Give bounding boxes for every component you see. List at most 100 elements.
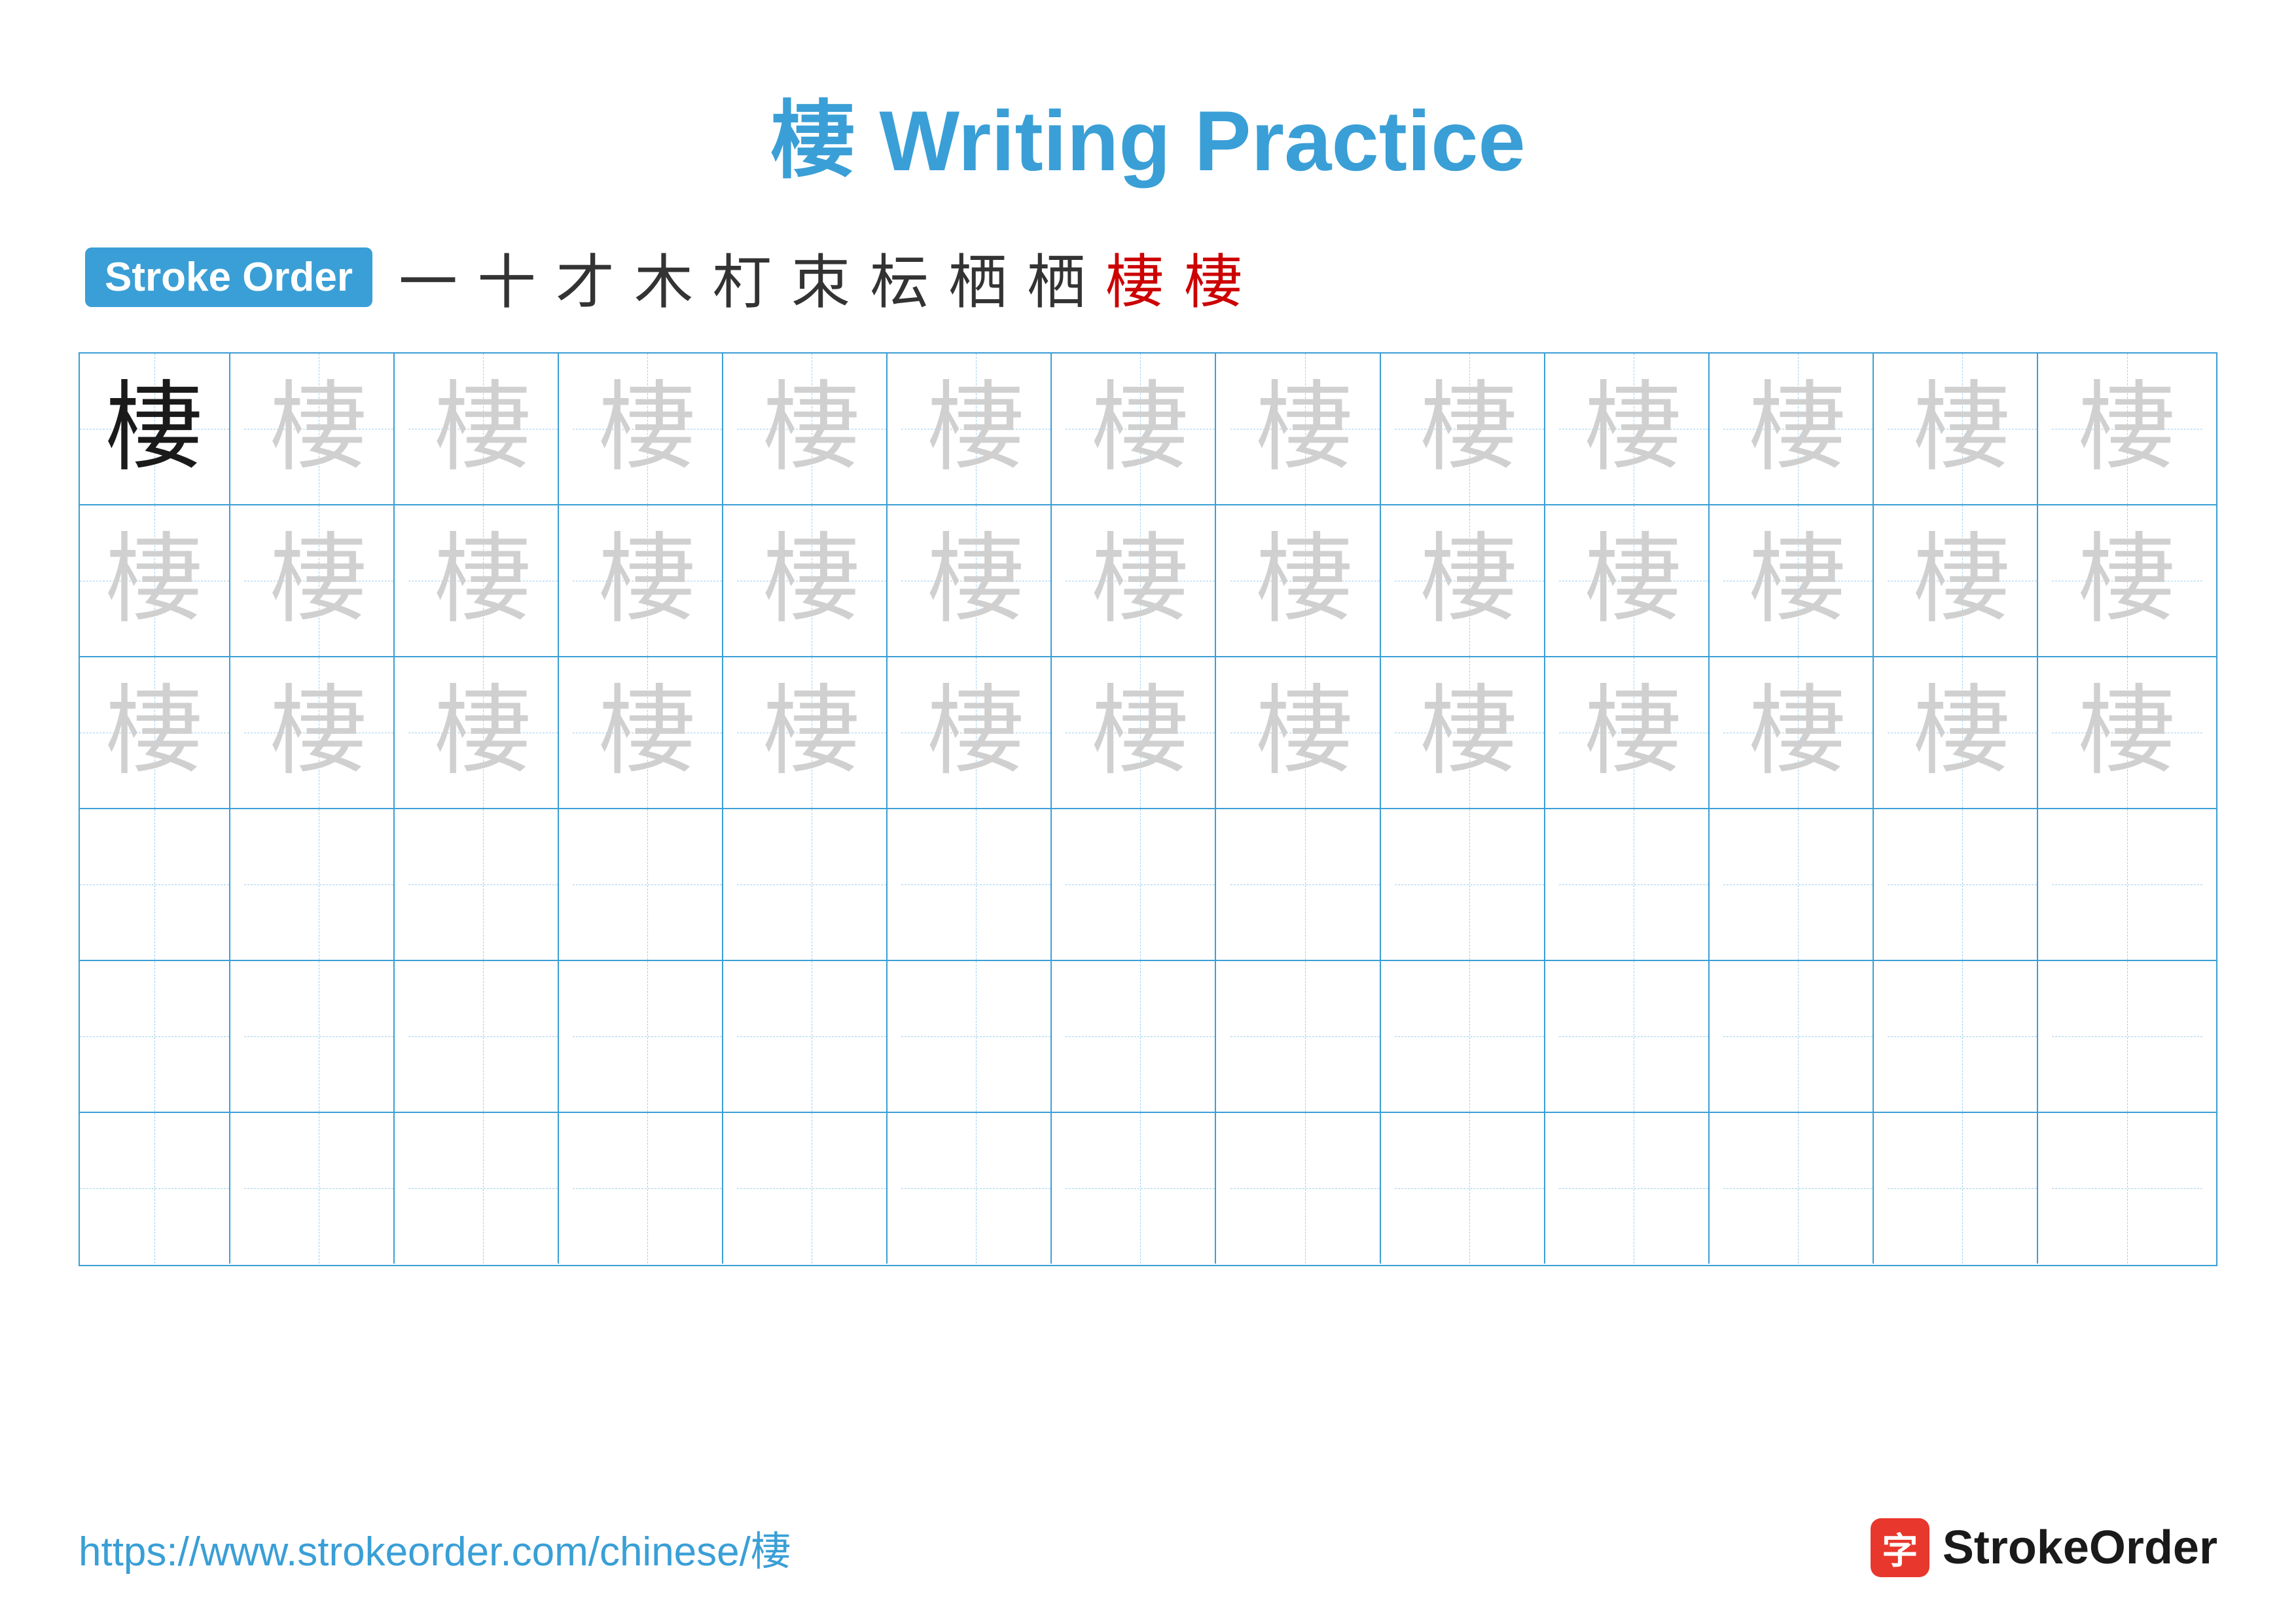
grid-cell[interactable]: 棲	[2052, 505, 2202, 656]
grid-cell[interactable]: 棲	[1559, 354, 1710, 504]
grid-cell[interactable]	[737, 809, 888, 960]
grid-cell[interactable]	[2052, 1113, 2202, 1264]
grid-cell[interactable]: 棲	[408, 354, 559, 504]
practice-char: 棲	[105, 532, 204, 630]
practice-char: 棲	[1913, 532, 2011, 630]
grid-cell[interactable]	[1066, 1113, 1216, 1264]
grid-cell[interactable]: 棲	[737, 354, 888, 504]
practice-char: 棲	[598, 380, 696, 478]
stroke-7: 枟	[870, 234, 929, 319]
grid-row-5	[80, 961, 2216, 1113]
grid-cell[interactable]: 棲	[1395, 657, 1545, 808]
grid-row-4	[80, 809, 2216, 961]
grid-cell[interactable]: 棲	[80, 657, 230, 808]
grid-cell[interactable]: 棲	[1723, 505, 1874, 656]
grid-cell[interactable]	[1066, 961, 1216, 1112]
grid-cell[interactable]	[408, 961, 559, 1112]
grid-cell[interactable]	[737, 961, 888, 1112]
grid-cell[interactable]: 棲	[1559, 657, 1710, 808]
footer-url: https://www.strokeorder.com/chinese/棲	[79, 1518, 791, 1577]
grid-cell[interactable]: 棲	[1230, 505, 1381, 656]
grid-cell[interactable]	[1559, 961, 1710, 1112]
grid-cell[interactable]	[1559, 809, 1710, 960]
practice-char: 棲	[2078, 380, 2176, 478]
grid-cell[interactable]	[408, 809, 559, 960]
grid-cell[interactable]	[2052, 809, 2202, 960]
grid-cell[interactable]	[80, 961, 230, 1112]
grid-cell[interactable]	[1230, 809, 1381, 960]
grid-cell[interactable]	[1559, 1113, 1710, 1264]
practice-char: 棲	[1749, 684, 1847, 782]
page: 棲 Writing Practice Stroke Order 一 十 才 木 …	[0, 0, 2296, 1623]
grid-cell[interactable]	[408, 1113, 559, 1264]
grid-cell[interactable]: 棲	[1066, 657, 1216, 808]
grid-cell[interactable]	[573, 809, 723, 960]
grid-cell[interactable]: 棲	[573, 505, 723, 656]
grid-cell[interactable]: 棲	[901, 657, 1052, 808]
practice-char: 棲	[1749, 532, 1847, 630]
practice-char: 棲	[762, 532, 861, 630]
grid-cell[interactable]	[573, 961, 723, 1112]
grid-cell[interactable]	[244, 809, 395, 960]
grid-cell[interactable]: 棲	[2052, 354, 2202, 504]
grid-cell[interactable]	[1888, 1113, 2038, 1264]
grid-cell[interactable]: 棲	[901, 354, 1052, 504]
grid-cell[interactable]: 棲	[1559, 505, 1710, 656]
grid-row-3: 棲 棲 棲 棲 棲 棲 棲 棲 棲 棲 棲 棲 棲	[80, 657, 2216, 809]
practice-char: 棲	[927, 532, 1025, 630]
grid-cell[interactable]	[573, 1113, 723, 1264]
grid-cell[interactable]	[1723, 809, 1874, 960]
grid-cell[interactable]: 棲	[737, 505, 888, 656]
grid-cell[interactable]: 棲	[901, 505, 1052, 656]
grid-cell[interactable]: 棲	[1395, 505, 1545, 656]
grid-cell[interactable]: 棲	[737, 657, 888, 808]
grid-cell[interactable]	[80, 809, 230, 960]
practice-char: 棲	[1585, 380, 1683, 478]
grid-cell[interactable]: 棲	[1066, 505, 1216, 656]
grid-cell[interactable]: 棲	[1066, 354, 1216, 504]
grid-cell[interactable]: 棲	[80, 505, 230, 656]
grid-cell[interactable]: 棲	[1723, 657, 1874, 808]
practice-char: 棲	[1585, 532, 1683, 630]
grid-cell[interactable]	[1723, 961, 1874, 1112]
grid-cell[interactable]	[1395, 961, 1545, 1112]
grid-cell[interactable]	[2052, 961, 2202, 1112]
grid-cell[interactable]	[1395, 1113, 1545, 1264]
grid-cell[interactable]: 棲	[573, 354, 723, 504]
grid-cell[interactable]: 棲	[244, 354, 395, 504]
footer: https://www.strokeorder.com/chinese/棲 字 …	[79, 1518, 2217, 1577]
grid-cell[interactable]: 棲	[1230, 354, 1381, 504]
grid-cell[interactable]: 棲	[1230, 657, 1381, 808]
practice-char: 棲	[1585, 684, 1683, 782]
practice-char: 棲	[1420, 532, 1518, 630]
grid-cell[interactable]: 棲	[80, 354, 230, 504]
grid-cell[interactable]	[244, 961, 395, 1112]
grid-cell[interactable]	[1888, 809, 2038, 960]
grid-cell[interactable]	[1723, 1113, 1874, 1264]
grid-cell[interactable]: 棲	[1888, 657, 2038, 808]
grid-cell[interactable]: 棲	[1395, 354, 1545, 504]
grid-cell[interactable]	[1888, 961, 2038, 1112]
grid-cell[interactable]	[1230, 1113, 1381, 1264]
practice-char: 棲	[2078, 532, 2176, 630]
grid-cell[interactable]	[80, 1113, 230, 1264]
grid-cell[interactable]	[901, 809, 1052, 960]
grid-cell[interactable]: 棲	[1723, 354, 1874, 504]
grid-cell[interactable]: 棲	[408, 657, 559, 808]
grid-cell[interactable]: 棲	[244, 657, 395, 808]
grid-cell[interactable]: 棲	[573, 657, 723, 808]
grid-cell[interactable]: 棲	[2052, 657, 2202, 808]
grid-cell[interactable]	[901, 1113, 1052, 1264]
grid-cell[interactable]: 棲	[408, 505, 559, 656]
grid-cell[interactable]	[901, 961, 1052, 1112]
grid-cell[interactable]	[1230, 961, 1381, 1112]
grid-cell[interactable]: 棲	[1888, 354, 2038, 504]
grid-cell[interactable]	[1395, 809, 1545, 960]
grid-cell[interactable]	[244, 1113, 395, 1264]
stroke-2: 十	[477, 234, 536, 319]
grid-row-2: 棲 棲 棲 棲 棲 棲 棲 棲 棲 棲 棲 棲 棲	[80, 505, 2216, 657]
grid-cell[interactable]	[1066, 809, 1216, 960]
grid-cell[interactable]: 棲	[244, 505, 395, 656]
grid-cell[interactable]: 棲	[1888, 505, 2038, 656]
grid-cell[interactable]	[737, 1113, 888, 1264]
